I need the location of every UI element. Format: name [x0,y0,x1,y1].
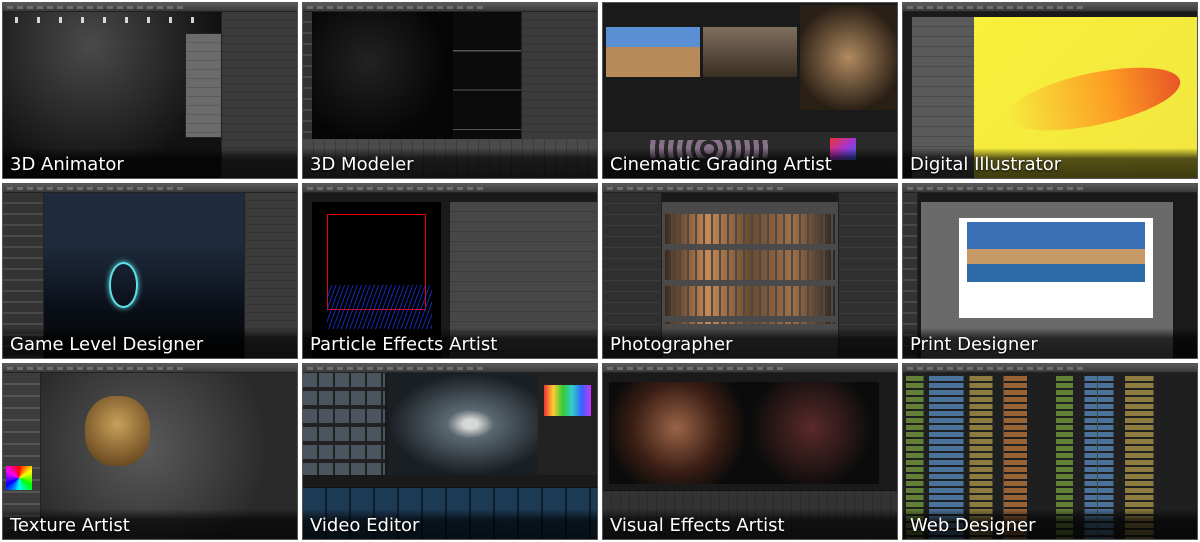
tile-caption: Digital Illustrator [903,147,1197,178]
app-toolbar [603,364,897,374]
glowing-ring [108,262,139,308]
tile-caption: Print Designer [903,328,1197,359]
tile-video-editor[interactable]: Video Editor [302,363,598,540]
app-toolbar [903,3,1197,12]
caption-text: Digital Illustrator [910,153,1062,175]
caption-text: Print Designer [910,334,1038,356]
creature-model [85,395,150,466]
tile-3d-modeler[interactable]: 3D Modeler [302,2,598,179]
clip-preview-a [605,27,701,77]
caption-text: Texture Artist [10,515,130,536]
tile-photographer[interactable]: Photographer [602,182,898,360]
tile-caption: Video Editor [303,509,597,539]
caption-text: Particle Effects Artist [310,334,498,356]
app-toolbar [303,3,597,12]
particle-field [326,284,433,329]
app-toolbar [903,183,1197,193]
composite-viewer-a [608,382,745,484]
caption-text: Web Designer [910,515,1036,536]
tile-caption: 3D Animator [3,147,297,178]
stage-lights [14,17,209,23]
tile-print-designer[interactable]: Print Designer [902,182,1198,360]
tile-caption: 3D Modeler [303,147,597,178]
tile-caption: Photographer [603,328,897,359]
app-toolbar [3,364,297,374]
view-thumbnails [452,12,524,140]
tile-web-designer[interactable]: Web Designer [902,363,1198,540]
tile-caption: Texture Artist [3,509,297,539]
caption-text: 3D Animator [10,153,124,175]
tile-caption: Visual Effects Artist [603,509,897,539]
color-picker [5,465,33,491]
tile-particle-effects-artist[interactable]: Particle Effects Artist [302,182,598,360]
caption-text: Cinematic Grading Artist [610,153,832,175]
app-toolbar [303,364,597,374]
caption-text: Photographer [610,334,733,356]
tile-game-level-designer[interactable]: Game Level Designer [2,182,298,360]
media-bin [303,373,386,475]
clip-preview-c [799,5,897,110]
app-toolbar [603,183,897,193]
tile-3d-animator[interactable]: 3D Animator [2,2,298,179]
caption-text: Video Editor [310,515,420,536]
sculpt-viewport [311,12,453,140]
app-toolbar [303,183,597,193]
color-scope [538,373,597,475]
print-page [958,217,1153,318]
app-toolbar [903,364,1197,374]
caption-text: Game Level Designer [10,334,204,356]
photo-thumbnails [664,213,836,324]
profession-grid: 3D Animator 3D Modeler Cinematic Grading… [0,0,1200,542]
tile-caption: Particle Effects Artist [303,328,597,359]
composite-viewer-b [744,382,880,484]
program-monitor [388,373,539,475]
tile-caption: Web Designer [903,509,1197,539]
tile-visual-effects-artist[interactable]: Visual Effects Artist [602,363,898,540]
caption-text: 3D Modeler [310,153,414,175]
tile-digital-illustrator[interactable]: Digital Illustrator [902,2,1198,179]
app-toolbar [3,3,297,12]
clip-preview-b [702,27,798,77]
caption-text: Visual Effects Artist [610,515,785,536]
tile-texture-artist[interactable]: Texture Artist [2,363,298,540]
tile-caption: Cinematic Grading Artist [603,147,897,178]
tile-cinematic-grading-artist[interactable]: Cinematic Grading Artist [602,2,898,179]
app-toolbar [3,183,297,193]
tile-caption: Game Level Designer [3,328,297,359]
